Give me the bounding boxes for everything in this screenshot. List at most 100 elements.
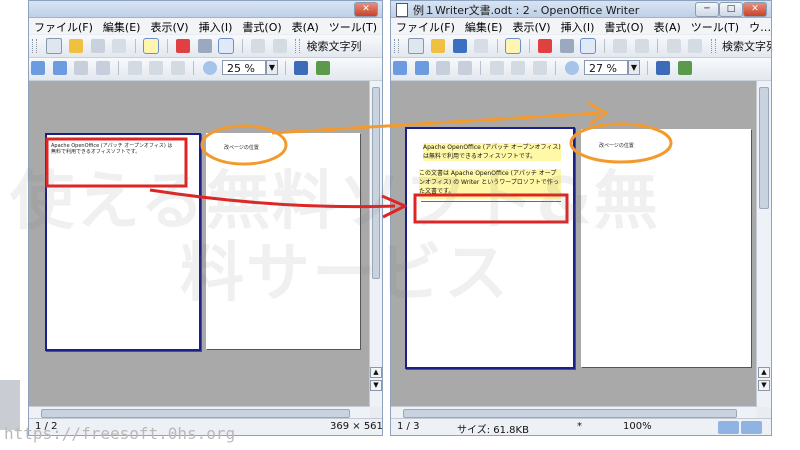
zoom-icon[interactable] bbox=[564, 61, 579, 75]
menu-table[interactable]: 表(A) bbox=[287, 18, 324, 34]
first-page-icon[interactable] bbox=[436, 61, 450, 75]
page-preview-icon[interactable] bbox=[218, 38, 234, 54]
print-preview-icon[interactable] bbox=[315, 61, 330, 75]
email-icon[interactable] bbox=[474, 39, 488, 53]
save-icon[interactable] bbox=[452, 39, 467, 53]
print-icon[interactable] bbox=[197, 39, 212, 53]
previous-page-arrow-icon[interactable]: ▲ bbox=[370, 367, 382, 378]
open-folder-icon[interactable] bbox=[431, 39, 445, 53]
toolbar-grip[interactable] bbox=[710, 39, 716, 53]
new-document-icon[interactable] bbox=[45, 38, 62, 54]
zoom-icon[interactable] bbox=[202, 61, 217, 75]
previous-page-icon[interactable] bbox=[31, 61, 45, 75]
view-layout-icons[interactable] bbox=[711, 419, 769, 435]
spellcheck-icon[interactable] bbox=[613, 39, 627, 53]
zoom-field[interactable]: 27 % bbox=[584, 60, 628, 75]
page-2-text: 改ページの位置 bbox=[224, 145, 259, 151]
background-strip bbox=[0, 380, 20, 430]
next-page-icon[interactable] bbox=[52, 61, 67, 75]
toolbar-grip[interactable] bbox=[32, 39, 37, 53]
book-preview-icon[interactable] bbox=[149, 61, 163, 75]
spellcheck-icon[interactable] bbox=[251, 39, 265, 53]
preview-page-1[interactable]: Apache OpenOffice (アパッチ オープンオフィス) は無料で利用… bbox=[405, 127, 575, 369]
find-text-label[interactable]: 検索文字列 bbox=[722, 38, 771, 54]
print-icon[interactable] bbox=[559, 39, 574, 53]
menu-file[interactable]: ファイル(F) bbox=[391, 18, 460, 34]
maximize-button[interactable]: □ bbox=[719, 2, 743, 17]
save-icon[interactable] bbox=[90, 39, 105, 53]
left-vertical-scrollbar[interactable]: ▲ ▼ bbox=[369, 81, 382, 407]
scrollbar-thumb[interactable] bbox=[372, 87, 380, 279]
menu-file[interactable]: ファイル(F) bbox=[29, 18, 98, 34]
document-size: サイズ: 61.8KB bbox=[457, 425, 529, 435]
menu-edit[interactable]: 編集(E) bbox=[98, 18, 146, 34]
export-pdf-icon[interactable] bbox=[176, 39, 190, 53]
two-pages-icon[interactable] bbox=[127, 61, 142, 75]
toolbar-separator bbox=[528, 39, 530, 53]
scrollbar-thumb[interactable] bbox=[403, 409, 737, 418]
full-screen-icon[interactable] bbox=[656, 61, 670, 75]
last-page-icon[interactable] bbox=[457, 61, 472, 75]
previous-page-icon[interactable] bbox=[393, 61, 407, 75]
two-pages-icon[interactable] bbox=[489, 61, 504, 75]
autospellcheck-icon[interactable] bbox=[634, 39, 649, 53]
right-vertical-scrollbar[interactable]: ▲ ▼ bbox=[756, 81, 771, 407]
multiple-pages-icon[interactable] bbox=[170, 61, 185, 75]
next-page-arrow-icon[interactable]: ▼ bbox=[758, 380, 770, 391]
edit-mode-icon[interactable] bbox=[143, 38, 159, 54]
toolbar-separator bbox=[284, 61, 286, 75]
book-view-icon[interactable] bbox=[741, 421, 762, 434]
menu-view[interactable]: 表示(V) bbox=[507, 18, 555, 34]
next-page-icon[interactable] bbox=[414, 61, 429, 75]
print-preview-icon[interactable] bbox=[677, 61, 692, 75]
email-icon[interactable] bbox=[112, 39, 126, 53]
minimize-button[interactable]: ─ bbox=[695, 2, 719, 17]
chevron-down-icon[interactable]: ▼ bbox=[628, 60, 640, 75]
toolbar-grip[interactable] bbox=[394, 39, 399, 53]
find-text-label[interactable]: 検索文字列 bbox=[307, 38, 362, 54]
menu-format[interactable]: 書式(O) bbox=[599, 18, 648, 34]
single-page-view-icon[interactable] bbox=[718, 421, 739, 434]
copy-icon[interactable] bbox=[688, 39, 702, 53]
right-titlebar: 例１Writer文書.odt : 2 - OpenOffice Writer ─… bbox=[391, 1, 771, 18]
preview-page-1[interactable]: Apache OpenOffice (アパッチ オープンオフィス) は無料で利用… bbox=[45, 133, 201, 351]
menu-format[interactable]: 書式(O) bbox=[237, 18, 286, 34]
scrollbar-thumb[interactable] bbox=[759, 87, 769, 209]
previous-page-arrow-icon[interactable]: ▲ bbox=[758, 367, 770, 378]
autospellcheck-icon[interactable] bbox=[272, 39, 287, 53]
preview-page-2[interactable]: 改ページの位置 bbox=[206, 133, 360, 349]
chevron-down-icon[interactable]: ▼ bbox=[266, 60, 278, 75]
first-page-icon[interactable] bbox=[74, 61, 88, 75]
close-button[interactable]: ✕ bbox=[354, 2, 378, 17]
menu-view[interactable]: 表示(V) bbox=[145, 18, 193, 34]
full-screen-icon[interactable] bbox=[294, 61, 308, 75]
close-button[interactable]: ✕ bbox=[743, 2, 767, 17]
export-pdf-icon[interactable] bbox=[538, 39, 552, 53]
toolbar-grip[interactable] bbox=[295, 39, 300, 53]
toolbar-separator bbox=[496, 39, 498, 53]
page-preview-icon[interactable] bbox=[580, 38, 596, 54]
menu-edit[interactable]: 編集(E) bbox=[460, 18, 508, 34]
paragraph-2-text: この文書は Apache OpenOffice (アパッチ オープンオフィス) … bbox=[419, 170, 559, 195]
highlighted-paragraph-1: Apache OpenOffice (アパッチ オープンオフィス) は無料で利用… bbox=[423, 143, 561, 161]
menu-window[interactable]: ウ… bbox=[744, 18, 771, 34]
menu-tools[interactable]: ツール(T) bbox=[686, 18, 744, 34]
last-page-icon[interactable] bbox=[95, 61, 110, 75]
open-folder-icon[interactable] bbox=[69, 39, 83, 53]
new-document-icon[interactable] bbox=[407, 38, 424, 54]
scrollbar-thumb[interactable] bbox=[41, 409, 350, 418]
menu-table[interactable]: 表(A) bbox=[649, 18, 686, 34]
toolbar-separator bbox=[646, 61, 648, 75]
preview-page-2[interactable]: 改ページの位置 bbox=[581, 129, 751, 367]
next-page-arrow-icon[interactable]: ▼ bbox=[370, 380, 382, 391]
multiple-pages-icon[interactable] bbox=[532, 61, 547, 75]
right-preview-area: Apache OpenOffice (アパッチ オープンオフィス) は無料で利用… bbox=[391, 81, 757, 407]
menu-insert[interactable]: 挿入(I) bbox=[556, 18, 600, 34]
edit-mode-icon[interactable] bbox=[505, 38, 521, 54]
menu-tools[interactable]: ツール(T) bbox=[324, 18, 382, 34]
menu-insert[interactable]: 挿入(I) bbox=[194, 18, 238, 34]
text-line bbox=[421, 201, 561, 202]
book-preview-icon[interactable] bbox=[511, 61, 525, 75]
zoom-field[interactable]: 25 % bbox=[222, 60, 266, 75]
cut-icon[interactable] bbox=[666, 39, 681, 53]
